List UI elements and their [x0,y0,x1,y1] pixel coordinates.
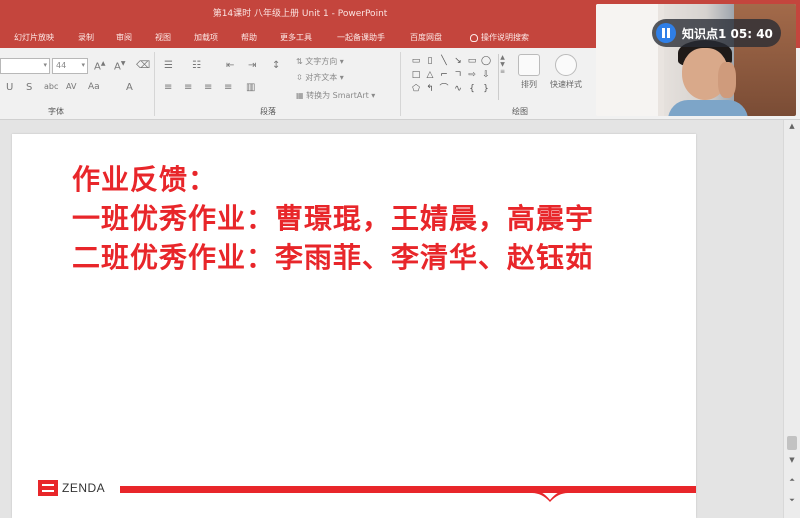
zenda-logo-text: ZENDA [62,481,106,495]
bullets-icon[interactable]: ☰ [164,60,173,71]
zenda-logo-mark [38,480,58,496]
brace-left-icon[interactable]: { [466,84,478,94]
convert-smartart-button[interactable]: ▦ 转换为 SmartArt ▾ [296,90,375,101]
tab-lesson-assistant[interactable]: 一起备课助手 [337,32,385,43]
group-label-font: 字体 [48,107,64,116]
quick-styles-icon [555,54,577,76]
elbow-connector-icon[interactable]: ㄱ [452,70,464,80]
lesson-progress-text: 知识点1 05: 40 [682,26,773,41]
slide-footer-bar [120,486,696,493]
chevron-down-icon: ▾ [43,61,47,69]
font-color-icon[interactable]: A [126,82,133,93]
curve-shape-icon[interactable]: ⌒ [438,84,450,94]
group-divider [400,52,401,116]
connector-shape-icon[interactable]: ⌐ [438,70,450,80]
tab-slideshow[interactable]: 幻灯片放映 [14,32,54,43]
quick-styles-button[interactable]: 快速样式 [546,54,586,90]
video-background-door [596,4,664,116]
arrow-line-shape-icon[interactable]: ↘ [452,56,464,66]
tell-me-label: 操作说明搜索 [481,33,529,42]
scroll-down-icon[interactable]: ▼ [784,456,800,464]
oval-shape-icon[interactable]: ◯ [480,56,492,66]
tab-review[interactable]: 审阅 [116,32,132,43]
arrange-button[interactable]: 排列 [514,54,544,90]
line-shape-icon[interactable]: ╲ [438,56,450,66]
pentagon-shape-icon[interactable]: ⬠ [410,84,422,94]
textbox-vertical-shape-icon[interactable]: ▯ [424,56,436,66]
align-text-label: 对齐文本 [305,73,338,82]
quick-styles-label: 快速样式 [550,80,582,89]
video-person-hand [718,62,736,98]
arrange-icon [518,54,540,76]
window-title: 第14课时 八年级上册 Unit 1 - PowerPoint [212,9,388,19]
slide-canvas[interactable]: 作业反馈： 一班优秀作业：曹璟琨，王婧晨，高震宇 二班优秀作业：李雨菲、李清华、… [12,134,696,518]
tab-more-tools[interactable]: 更多工具 [280,32,312,43]
chevron-down-icon: ▾ [81,61,85,69]
underline-icon[interactable]: U [6,82,13,93]
scroll-thumb[interactable] [787,436,797,450]
right-arrow-shape-icon[interactable]: ⇨ [466,70,478,80]
font-name-combo[interactable]: ▾ [0,58,50,74]
change-case-icon[interactable]: Aa [88,82,100,92]
group-label-paragraph: 段落 [260,107,276,116]
slide-class1-line[interactable]: 一班优秀作业：曹璟琨，王婧晨，高震宇 [72,197,594,237]
strikethrough-abc-icon[interactable]: abc [44,82,58,91]
lightbulb-icon [470,33,478,42]
text-direction-button[interactable]: ⇅ 文字方向 ▾ [296,56,344,67]
decrease-indent-icon[interactable]: ⇤ [226,60,234,71]
tab-record[interactable]: 录制 [78,32,94,43]
video-person-shirt [668,100,748,116]
columns-icon[interactable]: ▥ [246,82,255,93]
numbering-icon[interactable]: ☷ [192,60,201,71]
textbox-shape-icon[interactable]: ▭ [410,56,422,66]
grow-font-icon[interactable]: A▲ [94,60,105,72]
wave-shape-icon[interactable]: ∿ [452,84,464,94]
slide-footer-notch [532,490,568,502]
zenda-logo: ZENDA [38,480,105,496]
tab-help[interactable]: 帮助 [241,32,257,43]
down-arrow-shape-icon[interactable]: ⇩ [480,70,492,80]
callout-shape-icon[interactable]: ↰ [424,84,436,94]
clear-format-icon[interactable]: ⌫ [136,60,150,71]
justify-icon[interactable]: ≡ [224,82,232,93]
font-size-value: 44 [56,61,67,70]
group-label-drawing: 绘图 [512,107,528,116]
strikethrough-icon[interactable]: S [26,82,32,93]
tab-view[interactable]: 视图 [155,32,171,43]
align-center-icon[interactable]: ≡ [184,82,192,93]
shapes-gallery-scroll[interactable]: ▲ ▼ ≡ [498,54,506,100]
arrange-label: 排列 [521,80,537,89]
align-text-button[interactable]: ⇳ 对齐文本 ▾ [296,72,344,83]
align-right-icon[interactable]: ≡ [204,82,212,93]
line-spacing-icon[interactable]: ↕ [272,60,280,71]
font-size-combo[interactable]: 44 ▾ [52,58,88,74]
increase-indent-icon[interactable]: ⇥ [248,60,256,71]
smartart-label: 转换为 SmartArt [306,91,369,100]
slide-class2-line[interactable]: 二班优秀作业：李雨菲、李清华、赵钰茹 [72,236,594,276]
rectangle-shape-icon[interactable]: ▭ [466,56,478,66]
align-left-icon[interactable]: ≡ [164,82,172,93]
group-divider [154,52,155,116]
tell-me-search[interactable]: 操作说明搜索 [470,32,529,43]
shrink-font-icon[interactable]: A▼ [114,60,125,72]
next-slide-icon[interactable]: ⏷ [784,496,800,505]
text-direction-label: 文字方向 [305,57,338,66]
lesson-progress-badge[interactable]: 知识点1 05: 40 [652,19,781,47]
slide-heading[interactable]: 作业反馈： [72,158,217,198]
pause-icon[interactable] [656,23,676,43]
scroll-up-icon[interactable]: ▲ [784,122,800,130]
brace-right-icon[interactable]: } [480,84,492,94]
rect-shape-icon[interactable]: □ [410,70,422,80]
tab-baidu-netdisk[interactable]: 百度网盘 [410,32,442,43]
triangle-shape-icon[interactable]: △ [424,70,436,80]
char-spacing-icon[interactable]: AV [66,82,76,91]
vertical-scrollbar[interactable]: ▲ ▼ ⏶ ⏷ [783,120,800,518]
tab-addins[interactable]: 加载项 [194,32,218,43]
prev-slide-icon[interactable]: ⏶ [784,476,800,485]
